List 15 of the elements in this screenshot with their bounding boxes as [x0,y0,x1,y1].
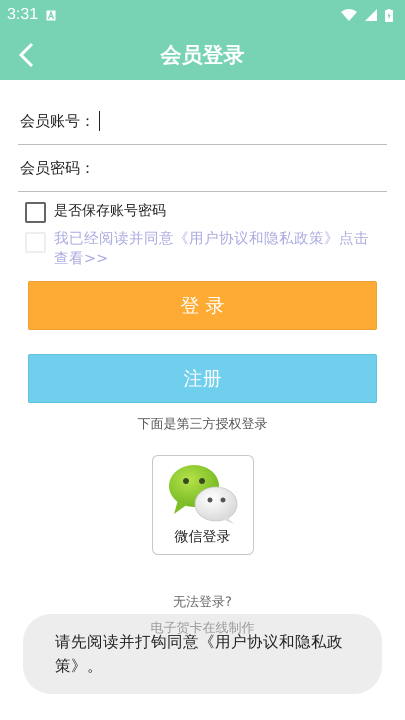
input-field[interactable]: 会员密码： [18,145,387,192]
wifi-icon [341,9,357,21]
checkbox-label: 我已经阅读并同意《用户协议和隐私政策》点击查看>> [54,230,370,269]
chat-bubbles-icon [168,464,238,524]
help-link[interactable]: 无法登录? [173,593,232,611]
notification-icon [46,10,56,20]
input-field[interactable]: 会员账号： [18,98,387,145]
third-party-caption: 下面是第三方授权登录 [136,416,268,433]
page-title: 会员登录 [159,42,246,69]
battery-icon [385,8,393,22]
status-time: 3:31 [7,6,38,24]
signal-icon [365,9,377,21]
wechat-login-button[interactable]: 微信登录 [152,455,254,555]
checkbox-label: 是否保存账号密码 [54,202,166,221]
checkbox[interactable] [25,202,46,223]
